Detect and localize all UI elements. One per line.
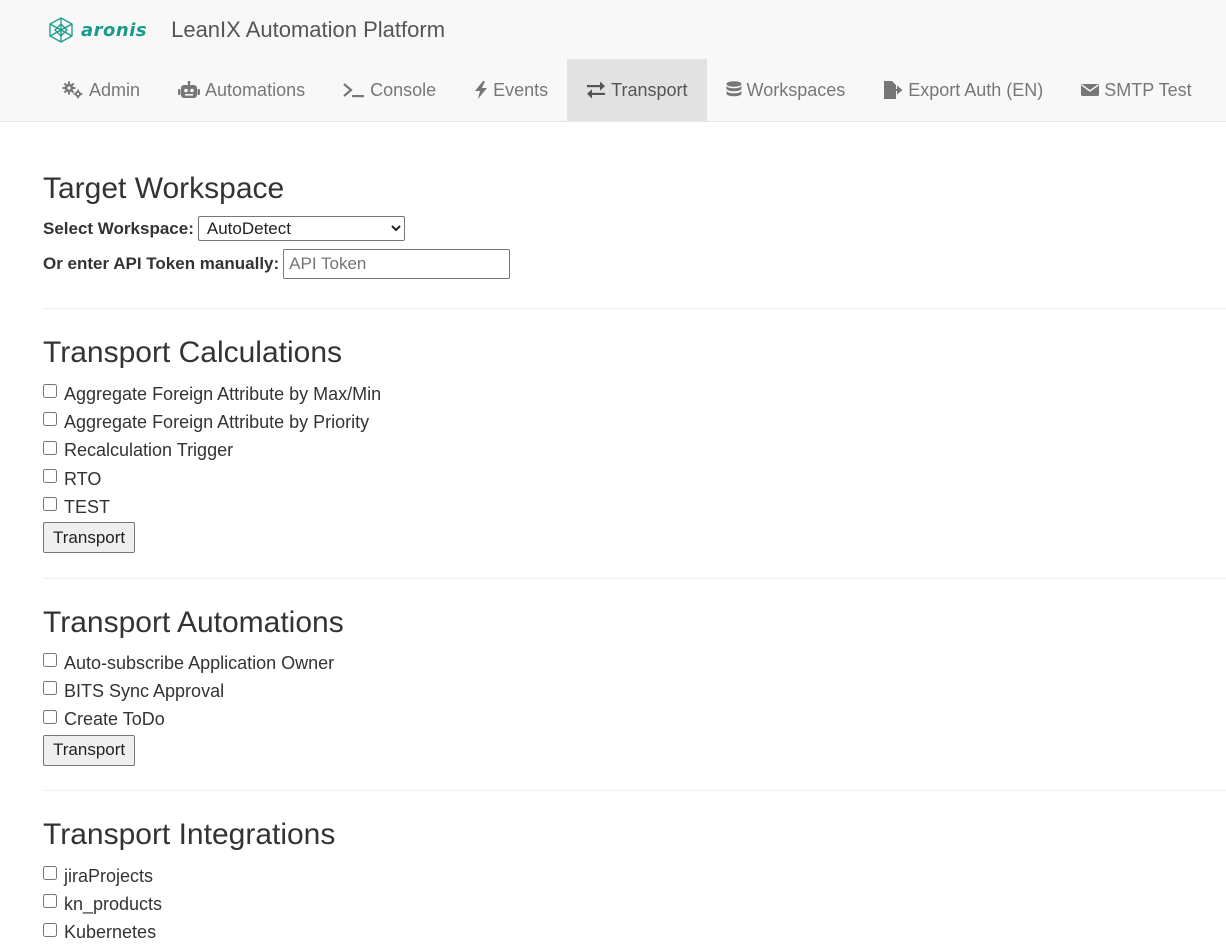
automation-label: BITS Sync Approval <box>64 680 225 701</box>
integration-checkbox[interactable] <box>43 894 57 909</box>
target-workspace-section: Target Workspace Select Workspace: AutoD… <box>43 122 1226 309</box>
workspace-select-row: Select Workspace: AutoDetect <box>43 215 1226 242</box>
transport-integrations-section: Transport Integrations jiraProjects kn_p… <box>43 791 1226 947</box>
nav-item-smtp-test[interactable]: SMTP Test <box>1062 59 1210 121</box>
top-navbar: aronis LeanIX Automation Platform Admin <box>0 0 1226 122</box>
nav-item-workspaces[interactable]: Workspaces <box>707 59 865 121</box>
calculation-item[interactable]: RTO <box>43 465 1226 493</box>
calculation-item[interactable]: Recalculation Trigger <box>43 437 1226 465</box>
nav-label: Events <box>493 79 549 100</box>
automation-label: Auto-subscribe Application Owner <box>64 652 335 673</box>
nav-label: Workspaces <box>746 79 846 100</box>
calculation-item[interactable]: Aggregate Foreign Attribute by Priority <box>43 408 1226 436</box>
transport-calculations-section: Transport Calculations Aggregate Foreign… <box>43 309 1226 579</box>
calculation-label: Aggregate Foreign Attribute by Max/Min <box>64 383 382 404</box>
transport-calculations-button[interactable]: Transport <box>43 522 136 554</box>
brand-logo-text: aronis <box>81 19 148 41</box>
robot-icon <box>178 81 201 98</box>
calculation-checkbox[interactable] <box>43 384 57 399</box>
nav-label: SMTP Test <box>1104 79 1192 100</box>
nav-item-transport[interactable]: Transport <box>567 59 707 121</box>
automation-item[interactable]: BITS Sync Approval <box>43 677 1226 705</box>
calculation-label: TEST <box>64 496 111 517</box>
automation-checkbox[interactable] <box>43 709 57 724</box>
integration-checkbox[interactable] <box>43 922 57 937</box>
brand-logo-icon <box>49 17 73 43</box>
nav-label: Admin <box>89 79 141 100</box>
nav-item-admin[interactable]: Admin <box>43 59 159 121</box>
token-row: Or enter API Token manually: <box>43 249 1226 279</box>
automation-item[interactable]: Create ToDo <box>43 706 1226 734</box>
section-title: Transport Integrations <box>43 818 336 851</box>
terminal-icon <box>343 83 365 98</box>
nav-label: Export Auth (EN) <box>908 79 1044 100</box>
nav-item-automations[interactable]: Automations <box>159 59 324 121</box>
bolt-icon <box>475 81 488 99</box>
calculation-label: Aggregate Foreign Attribute by Priority <box>64 411 370 432</box>
file-export-icon <box>884 81 903 99</box>
automation-label: Create ToDo <box>64 709 165 730</box>
section-title: Transport Automations <box>43 606 344 639</box>
nav-item-export-auth[interactable]: Export Auth (EN) <box>864 59 1062 121</box>
api-token-input[interactable] <box>283 249 511 279</box>
calculation-checkbox[interactable] <box>43 440 57 455</box>
integration-label: kn_products <box>64 893 163 914</box>
transport-automations-button[interactable]: Transport <box>43 734 136 766</box>
exchange-icon <box>587 81 606 99</box>
automation-checkbox[interactable] <box>43 653 57 668</box>
integration-item[interactable]: kn_products <box>43 890 1226 918</box>
nav-label: Transport <box>611 79 688 100</box>
brand-logo[interactable]: aronis <box>47 16 147 44</box>
integration-label: Kubernetes <box>64 922 157 943</box>
nav-label: Console <box>370 79 437 100</box>
section-title: Target Workspace <box>43 172 285 205</box>
automation-checkbox[interactable] <box>43 681 57 696</box>
calculations-list: Aggregate Foreign Attribute by Max/Min A… <box>43 380 1226 521</box>
calculation-label: Recalculation Trigger <box>64 440 234 461</box>
workspace-select[interactable]: AutoDetect <box>197 216 405 241</box>
calculation-label: RTO <box>64 468 102 489</box>
nav-item-console[interactable]: Console <box>324 59 455 121</box>
main-nav: Admin Automations Console Events Transpo… <box>43 59 1211 121</box>
integration-checkbox[interactable] <box>43 866 57 881</box>
automation-item[interactable]: Auto-subscribe Application Owner <box>43 649 1226 677</box>
section-title: Transport Calculations <box>43 336 343 369</box>
calculation-checkbox[interactable] <box>43 469 57 484</box>
main-content: Target Workspace Select Workspace: AutoD… <box>43 122 1226 947</box>
app-title[interactable]: LeanIX Automation Platform <box>171 17 445 43</box>
calculation-checkbox[interactable] <box>43 497 57 512</box>
nav-item-events[interactable]: Events <box>455 59 567 121</box>
integration-item[interactable]: jiraProjects <box>43 862 1226 890</box>
workspace-select-label: Select Workspace: <box>43 218 194 238</box>
gears-icon <box>62 81 83 99</box>
token-label: Or enter API Token manually: <box>43 254 280 273</box>
integration-item[interactable]: Kubernetes <box>43 919 1226 947</box>
calculation-item[interactable]: Aggregate Foreign Attribute by Max/Min <box>43 380 1226 408</box>
envelope-icon <box>1081 84 1100 96</box>
calculation-item[interactable]: TEST <box>43 493 1226 521</box>
transport-automations-section: Transport Automations Auto-subscribe App… <box>43 579 1226 791</box>
database-icon <box>726 81 742 97</box>
automations-list: Auto-subscribe Application Owner BITS Sy… <box>43 649 1226 734</box>
brand-row: aronis LeanIX Automation Platform <box>47 12 445 48</box>
integrations-list: jiraProjects kn_products Kubernetes <box>43 862 1226 947</box>
calculation-checkbox[interactable] <box>43 412 57 427</box>
integration-label: jiraProjects <box>64 865 154 886</box>
nav-label: Automations <box>205 79 306 100</box>
